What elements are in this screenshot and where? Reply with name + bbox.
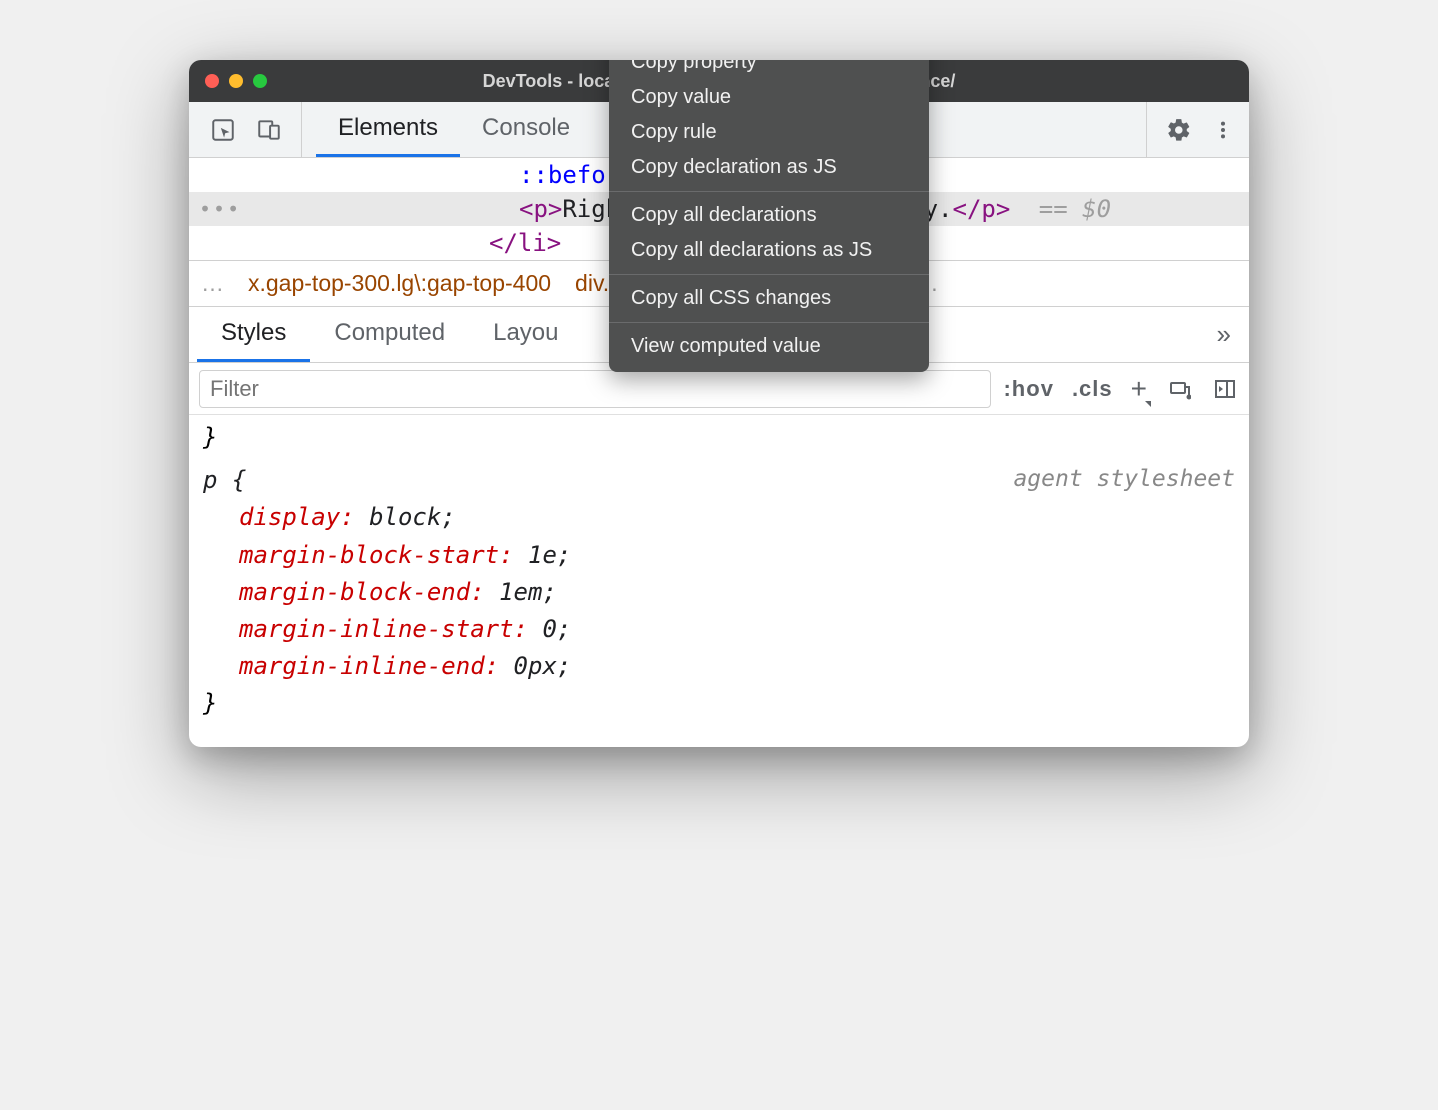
css-property[interactable]: margin-block-start [239, 541, 499, 569]
styles-rules[interactable]: } p { agent stylesheet display: block;ma… [189, 414, 1249, 747]
css-declaration[interactable]: margin-block-start: 1e; [203, 537, 1235, 574]
css-property[interactable]: margin-inline-end [239, 652, 485, 680]
device-toolbar-icon[interactable] [255, 116, 283, 144]
toolbar-right-group [1146, 102, 1237, 157]
context-menu: Copy declarationCopy propertyCopy valueC… [609, 60, 929, 372]
css-declaration[interactable]: margin-inline-start: 0; [203, 611, 1235, 648]
context-menu-separator [609, 274, 929, 275]
breadcrumb-leading-ellipsis[interactable]: … [201, 270, 224, 297]
tag-open-p: p [533, 195, 547, 223]
hov-toggle[interactable]: :hov [1003, 376, 1053, 402]
paint-bucket-icon[interactable] [1165, 375, 1193, 403]
css-value[interactable]: 0; [542, 615, 571, 643]
css-value[interactable]: 1e; [528, 541, 571, 569]
maximize-window-button[interactable] [253, 74, 267, 88]
kebab-menu-icon[interactable] [1209, 116, 1237, 144]
subtab-styles[interactable]: Styles [197, 307, 310, 362]
subtab-more-icon[interactable]: » [1217, 307, 1241, 362]
subtab-computed[interactable]: Computed [310, 307, 469, 362]
context-menu-item[interactable]: Copy property [609, 60, 929, 80]
prev-rule-close-brace: } [203, 419, 1235, 456]
context-menu-separator [609, 191, 929, 192]
css-declaration[interactable]: display: block; [203, 499, 1235, 536]
context-menu-separator [609, 322, 929, 323]
css-value[interactable]: block; [369, 503, 456, 531]
new-style-rule-button[interactable]: + [1131, 373, 1147, 405]
css-property[interactable]: margin-inline-start [239, 615, 514, 643]
inspect-element-icon[interactable] [209, 116, 237, 144]
styles-panel-host: Styles Computed Layou » :hov .cls + } [189, 306, 1249, 747]
toolbar-left-group [201, 102, 302, 157]
context-menu-item[interactable]: View computed value [609, 329, 929, 364]
close-li-tag: </li> [489, 229, 561, 257]
dollar-zero-hint: == $0 [1039, 195, 1111, 223]
toggle-sidebar-icon[interactable] [1211, 375, 1239, 403]
rule-selector-line: p { agent stylesheet [203, 462, 1235, 499]
styles-filter-input[interactable] [199, 370, 991, 408]
cls-toggle[interactable]: .cls [1072, 376, 1113, 402]
context-menu-item[interactable]: Copy rule [609, 115, 929, 150]
tag-close-p: p [981, 195, 995, 223]
collapsed-ellipsis-icon[interactable]: ••• [199, 197, 241, 221]
css-property[interactable]: display [239, 503, 340, 531]
tab-elements[interactable]: Elements [316, 102, 460, 157]
context-menu-item[interactable]: Copy declaration as JS [609, 150, 929, 185]
css-value[interactable]: 0px; [514, 652, 572, 680]
declarations-list: display: block;margin-block-start: 1e;ma… [203, 499, 1235, 685]
close-window-button[interactable] [205, 74, 219, 88]
rule-selector[interactable]: p { [203, 462, 246, 499]
traffic-lights [205, 74, 267, 88]
context-menu-item[interactable]: Copy value [609, 80, 929, 115]
context-menu-item[interactable]: Copy all declarations [609, 198, 929, 233]
minimize-window-button[interactable] [229, 74, 243, 88]
stylesheet-origin: agent stylesheet [1013, 462, 1235, 499]
context-menu-item[interactable]: Copy all CSS changes [609, 281, 929, 316]
css-declaration[interactable]: margin-block-end: 1em; [203, 574, 1235, 611]
breadcrumb-crumb-1[interactable]: x.gap-top-300.lg\:gap-top-400 [248, 270, 551, 297]
devtools-window: DevTools - localhost:8080/docs/devtools/… [189, 60, 1249, 747]
settings-gear-icon[interactable] [1165, 116, 1193, 144]
styles-filter-actions: :hov .cls + [1003, 373, 1239, 405]
css-value[interactable]: 1em; [499, 578, 557, 606]
context-menu-item[interactable]: Copy all declarations as JS [609, 233, 929, 268]
rule-close-brace: } [203, 685, 1235, 722]
tab-console[interactable]: Console [460, 102, 592, 157]
subtab-layout[interactable]: Layou [469, 307, 582, 362]
css-declaration[interactable]: margin-inline-end: 0px; [203, 648, 1235, 685]
css-property[interactable]: margin-block-end [239, 578, 470, 606]
